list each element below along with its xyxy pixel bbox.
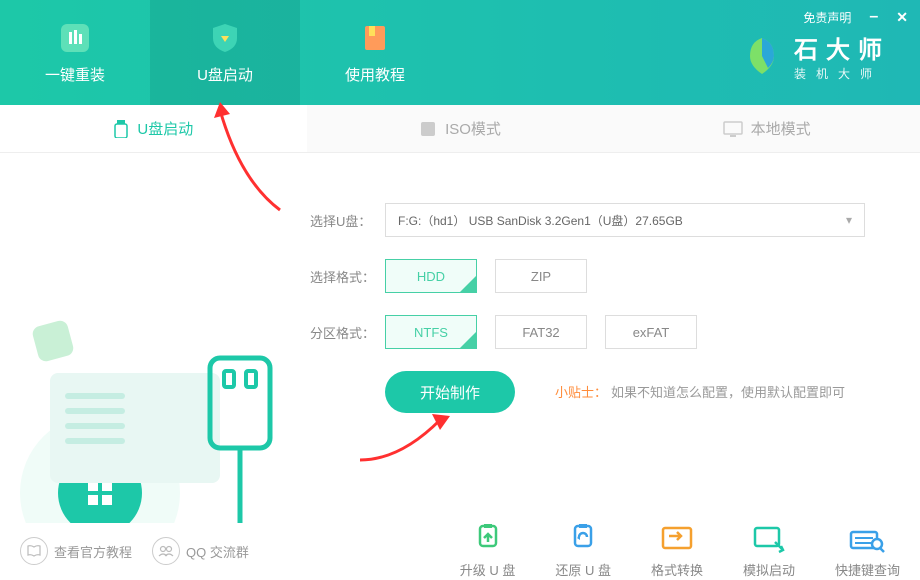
action-label: 格式转换 <box>651 560 703 579</box>
disk-select[interactable]: F:G:（hd1） USB SanDisk 3.2Gen1（U盘）27.65GB… <box>385 203 865 237</box>
brand-logo-icon <box>740 34 784 78</box>
close-button[interactable]: ✕ <box>896 9 908 26</box>
book-open-icon <box>20 537 48 565</box>
simulate-icon <box>751 524 787 554</box>
link-label: QQ 交流群 <box>186 542 249 561</box>
tab-usb-boot[interactable]: U盘启动 <box>0 105 307 152</box>
partition-option-ntfs[interactable]: NTFS <box>385 315 477 349</box>
bottom-bar: 查看官方教程 QQ 交流群 升级 U 盘 还原 U 盘 格式转换 模拟启动 快捷… <box>0 522 920 580</box>
tab-label: ISO模式 <box>445 118 501 139</box>
disk-value: F:G:（hd1） USB SanDisk 3.2Gen1（U盘）27.65GB <box>398 212 683 229</box>
tab-local[interactable]: 本地模式 <box>613 105 920 152</box>
action-hotkey-lookup[interactable]: 快捷键查询 <box>835 524 900 579</box>
qq-group-link[interactable]: QQ 交流群 <box>152 537 249 565</box>
brand-subtitle: 装机大师 <box>794 65 890 82</box>
header: 一键重装 U盘启动 使用教程 免责声明 – ✕ 石大师 装机大师 <box>0 0 920 105</box>
upgrade-icon <box>470 524 506 554</box>
action-label: 升级 U 盘 <box>460 560 516 579</box>
usb-illustration <box>0 153 300 523</box>
iso-icon <box>419 120 437 138</box>
action-upgrade-usb[interactable]: 升级 U 盘 <box>460 524 516 579</box>
book-icon <box>357 20 393 56</box>
official-tutorial-link[interactable]: 查看官方教程 <box>20 537 132 565</box>
action-simulate-boot[interactable]: 模拟启动 <box>743 524 795 579</box>
minimize-button[interactable]: – <box>869 8 878 26</box>
format-option-zip[interactable]: ZIP <box>495 259 587 293</box>
action-label: 还原 U 盘 <box>555 560 611 579</box>
tabs: U盘启动 ISO模式 本地模式 <box>0 105 920 153</box>
convert-icon <box>659 524 695 554</box>
window-controls: 免责声明 – ✕ <box>803 8 908 26</box>
monitor-icon <box>723 121 743 137</box>
tip-label: 小贴士： <box>555 385 607 400</box>
action-format-convert[interactable]: 格式转换 <box>651 524 703 579</box>
action-label: 快捷键查询 <box>835 560 900 579</box>
tab-label: 本地模式 <box>751 118 811 139</box>
format-label: 选择格式： <box>310 267 385 286</box>
people-icon <box>152 537 180 565</box>
brand: 石大师 装机大师 <box>740 30 890 82</box>
main-content: 选择U盘： F:G:（hd1） USB SanDisk 3.2Gen1（U盘）2… <box>0 153 920 523</box>
disclaimer-link[interactable]: 免责声明 <box>803 9 851 26</box>
nav-tutorial[interactable]: 使用教程 <box>300 0 450 105</box>
form-area: 选择U盘： F:G:（hd1） USB SanDisk 3.2Gen1（U盘）2… <box>300 153 920 523</box>
keyboard-search-icon <box>849 524 885 554</box>
partition-option-exfat[interactable]: exFAT <box>605 315 697 349</box>
action-restore-usb[interactable]: 还原 U 盘 <box>555 524 611 579</box>
nav-label: U盘启动 <box>197 64 253 85</box>
nav-label: 使用教程 <box>345 64 405 85</box>
disk-label: 选择U盘： <box>310 211 385 230</box>
bars-icon <box>57 20 93 56</box>
tab-label: U盘启动 <box>137 118 193 139</box>
brand-title: 石大师 <box>794 30 890 65</box>
tip-text: 如果不知道怎么配置，使用默认配置即可 <box>611 385 845 400</box>
link-label: 查看官方教程 <box>54 542 132 561</box>
nav-usb-boot[interactable]: U盘启动 <box>150 0 300 105</box>
action-label: 模拟启动 <box>743 560 795 579</box>
shield-icon <box>207 20 243 56</box>
restore-icon <box>565 524 601 554</box>
nav-reinstall[interactable]: 一键重装 <box>0 0 150 105</box>
usb-icon <box>113 120 129 138</box>
tab-iso[interactable]: ISO模式 <box>307 105 614 152</box>
partition-option-fat32[interactable]: FAT32 <box>495 315 587 349</box>
chevron-down-icon: ▾ <box>846 213 852 227</box>
nav-label: 一键重装 <box>45 64 105 85</box>
partition-label: 分区格式： <box>310 323 385 342</box>
format-option-hdd[interactable]: HDD <box>385 259 477 293</box>
start-button[interactable]: 开始制作 <box>385 371 515 413</box>
